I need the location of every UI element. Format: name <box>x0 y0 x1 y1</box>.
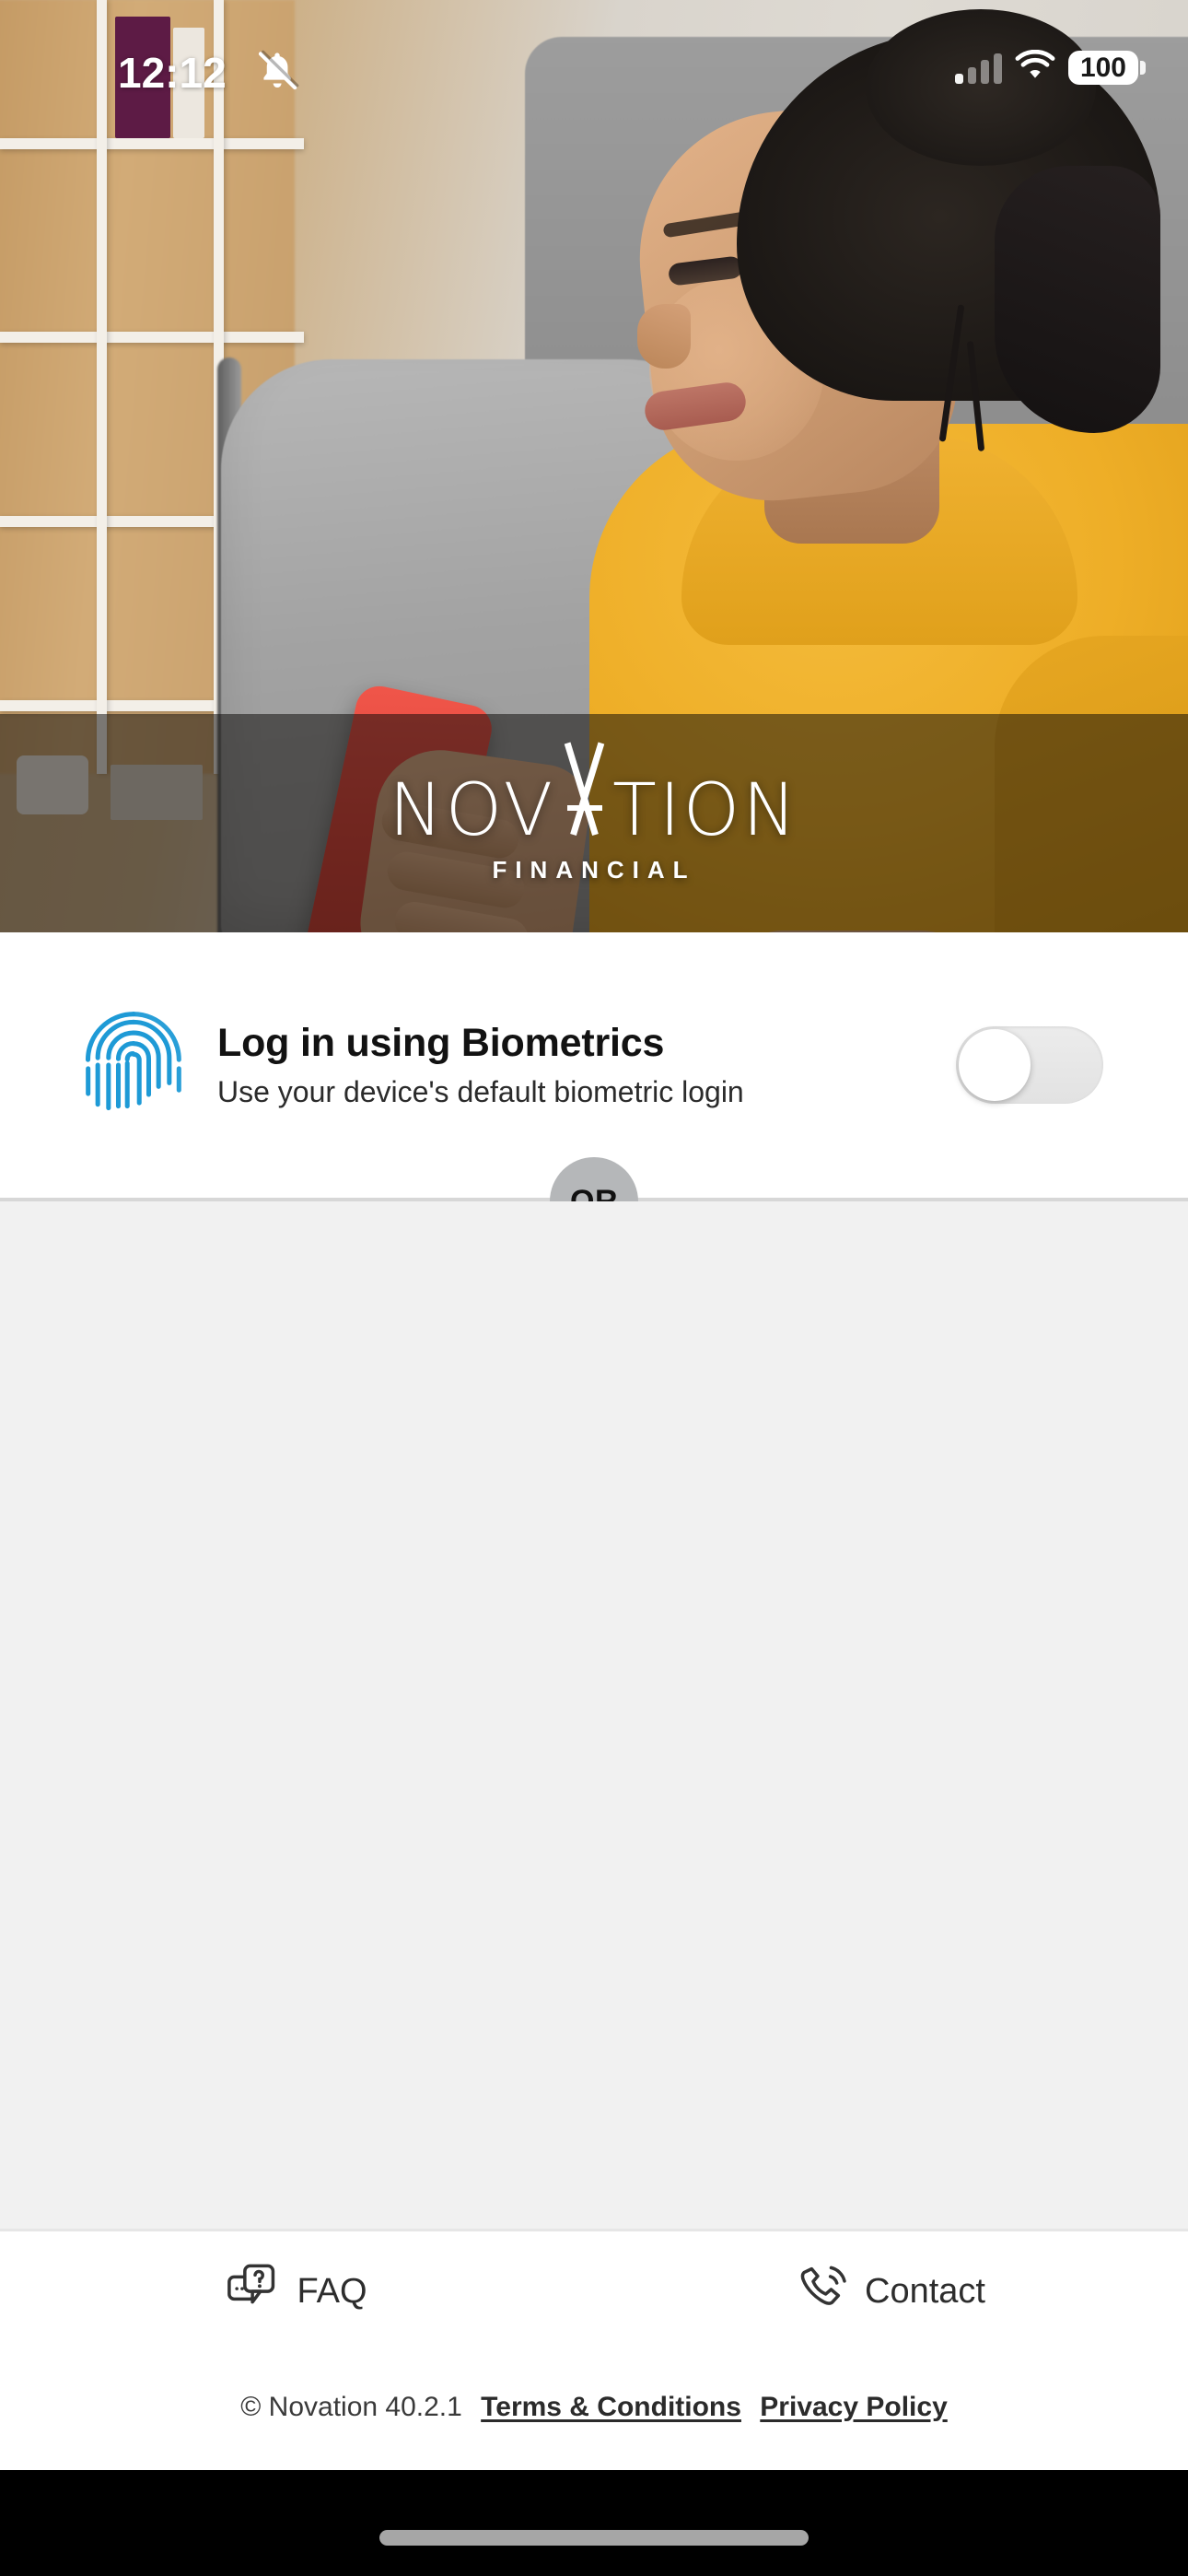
logo-subtitle: FINANCIAL <box>492 855 696 884</box>
footer-buttons: FAQ Contact <box>0 2263 1188 2321</box>
contact-label: Contact <box>865 2272 985 2311</box>
copyright-text: © Novation 40.2.1 <box>240 2392 462 2422</box>
brand-logo: NOV TION FINANCIAL <box>0 714 1188 932</box>
bell-muted-icon <box>254 48 300 99</box>
logo-wordmark: NOV TION <box>389 763 798 847</box>
faq-label: FAQ <box>297 2272 367 2311</box>
shelf-board <box>0 138 304 149</box>
biometric-text-block: Log in using Biometrics Use your device'… <box>217 1021 956 1110</box>
phone-ringing-icon <box>797 2263 852 2321</box>
biometric-subtitle: Use your device's default biometric logi… <box>217 1074 744 1108</box>
biometric-toggle[interactable] <box>956 1026 1103 1104</box>
logo-text-part2: TION <box>612 768 799 852</box>
hero-banner: NOV TION FINANCIAL <box>0 0 1188 932</box>
hair-side <box>995 166 1160 433</box>
login-screen: NOV TION FINANCIAL 12:12 100 Log in usin… <box>0 0 1188 2576</box>
shelf-post <box>97 0 107 774</box>
battery-level-label: 100 <box>1067 50 1138 86</box>
status-bar-indicators: 100 <box>954 49 1146 86</box>
privacy-link[interactable]: Privacy Policy <box>760 2392 947 2422</box>
home-indicator[interactable] <box>379 2530 809 2546</box>
faq-button[interactable]: FAQ <box>0 2263 594 2321</box>
footer: FAQ Contact <box>0 2229 1188 2470</box>
nose <box>637 304 691 369</box>
login-form: Username Password Remember Username Show… <box>0 1201 1188 2554</box>
wifi-icon <box>1015 49 1055 86</box>
fingerprint-icon <box>79 1004 188 1126</box>
home-indicator-bar <box>0 2470 1188 2576</box>
logo-text-part1: NOV <box>389 768 556 852</box>
status-bar-clock: 12:12 <box>118 49 227 97</box>
contact-button[interactable]: Contact <box>594 2263 1188 2321</box>
status-bar: 12:12 100 <box>0 0 1188 111</box>
logo-letter-a-icon <box>555 763 612 835</box>
toggle-knob <box>959 1029 1031 1101</box>
battery-indicator: 100 <box>1067 50 1146 86</box>
copyright-row: © Novation 40.2.1 Terms & Conditions Pri… <box>0 2392 1188 2423</box>
shelf-board <box>0 332 304 343</box>
terms-link[interactable]: Terms & Conditions <box>481 2392 741 2422</box>
cellular-signal-icon <box>954 53 1002 84</box>
battery-tip <box>1140 61 1146 75</box>
faq-chat-icon <box>227 2263 284 2321</box>
biometric-title: Log in using Biometrics <box>217 1020 665 1065</box>
